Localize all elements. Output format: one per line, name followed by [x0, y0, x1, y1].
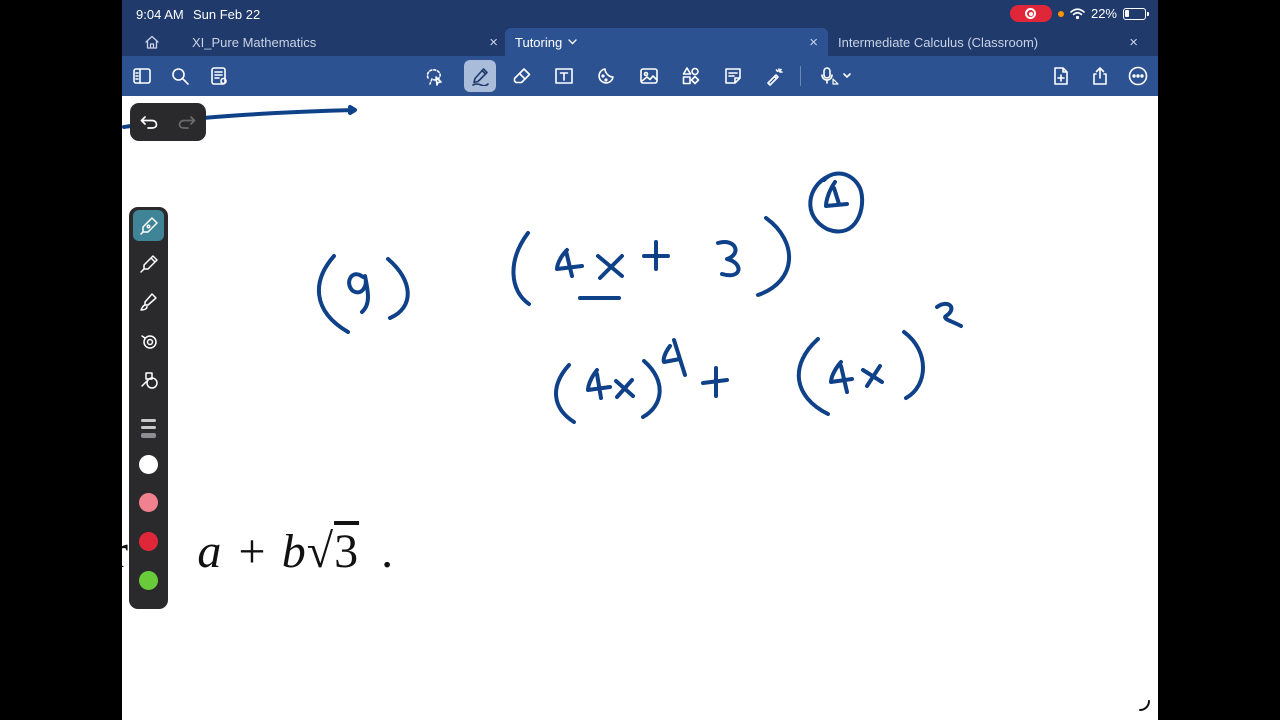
- brush-pen-icon[interactable]: [133, 286, 164, 317]
- voice-record-icon[interactable]: [816, 64, 856, 88]
- printed-period: .: [381, 525, 395, 578]
- color-swatch-red[interactable]: [139, 532, 158, 551]
- add-page-icon[interactable]: [1049, 64, 1073, 88]
- note-canvas[interactable]: rma + b√3.: [122, 96, 1158, 720]
- status-time: 9:04 AM: [136, 7, 184, 22]
- sqrt-symbol: √: [306, 525, 335, 578]
- close-icon[interactable]: ×: [489, 34, 498, 51]
- eraser-icon[interactable]: [510, 64, 534, 88]
- sqrt-radicand: 3: [334, 525, 360, 578]
- tab-intermediate-calculus[interactable]: Intermediate Calculus (Classroom) ×: [828, 28, 1156, 56]
- undo-redo-bar: [130, 103, 206, 141]
- ink-letter-x: [614, 378, 635, 399]
- thickness-thick[interactable]: [141, 433, 156, 438]
- color-swatch-green[interactable]: [139, 571, 158, 590]
- undo-icon[interactable]: [139, 112, 159, 132]
- more-icon[interactable]: [1126, 64, 1150, 88]
- ink-paren-close: [756, 216, 791, 297]
- mic-indicator-icon: [1057, 10, 1064, 17]
- ink-letter-x: [596, 254, 624, 280]
- page-view-icon[interactable]: [207, 64, 231, 88]
- tab-xi-pure-mathematics[interactable]: XI_Pure Mathematics ×: [182, 28, 504, 56]
- pen-icon[interactable]: [464, 60, 496, 92]
- close-icon[interactable]: ×: [809, 34, 818, 51]
- ink-plus: [642, 240, 670, 271]
- ink-digit-4: [586, 368, 612, 400]
- elements-icon[interactable]: [679, 64, 703, 88]
- home-icon[interactable]: [144, 34, 160, 50]
- shape-pen-icon[interactable]: [133, 364, 164, 395]
- ink-digit-3: [716, 240, 741, 278]
- handwritten-ink: [122, 105, 963, 424]
- tab-label: Tutoring: [515, 34, 563, 50]
- tab-label: XI_Pure Mathematics: [192, 34, 317, 50]
- ink-plus: [701, 366, 729, 398]
- shapes-sticker-icon[interactable]: [594, 64, 618, 88]
- ink-paren-close: [641, 359, 662, 419]
- ring-tool-icon[interactable]: [133, 325, 164, 356]
- search-icon[interactable]: [168, 64, 192, 88]
- sidebar-icon[interactable]: [130, 64, 154, 88]
- redo-icon[interactable]: [177, 112, 197, 132]
- status-bar: 9:04 AM Sun Feb 22 22%: [122, 0, 1158, 28]
- ink-digit-9: [347, 272, 370, 314]
- lasso-icon[interactable]: [422, 64, 446, 88]
- screen-recording-icon[interactable]: [1009, 5, 1052, 22]
- resize-corner-icon: [1139, 700, 1150, 711]
- image-icon[interactable]: [637, 64, 661, 88]
- ink-paren-open: [316, 254, 350, 334]
- ink-digit-4-superscript: [661, 338, 687, 377]
- thickness-thin[interactable]: [141, 419, 156, 422]
- toolbar-divider: [800, 66, 801, 86]
- ball-pen-icon[interactable]: [133, 248, 164, 279]
- status-date: Sun Feb 22: [193, 7, 261, 22]
- share-icon[interactable]: [1088, 64, 1112, 88]
- toolbar: [122, 56, 1158, 96]
- battery-percent: 22%: [1090, 6, 1117, 21]
- text-box-icon[interactable]: [552, 64, 576, 88]
- ink-paren-open: [796, 337, 830, 416]
- pen-palette: [129, 207, 168, 609]
- printed-expression: a + b: [197, 525, 307, 578]
- ink-digit-4: [824, 180, 849, 208]
- fountain-pen-icon[interactable]: [133, 210, 164, 241]
- wifi-icon: [1070, 7, 1085, 19]
- notes-app: 9:04 AM Sun Feb 22 22% XI_Pure Mathemati…: [122, 0, 1158, 720]
- ink-paren-open: [554, 363, 576, 424]
- ink-letter-x: [861, 364, 884, 388]
- ink-paren-close: [902, 330, 925, 400]
- ink-paren-open: [511, 231, 531, 306]
- thickness-medium[interactable]: [141, 426, 156, 429]
- ink-digit-4: [829, 360, 854, 394]
- ink-digit-4: [555, 248, 584, 278]
- color-swatch-pink[interactable]: [139, 493, 158, 512]
- tab-bar: XI_Pure Mathematics × Tutoring × Interme…: [122, 28, 1158, 56]
- tab-tutoring[interactable]: Tutoring ×: [505, 28, 828, 56]
- close-icon[interactable]: ×: [1129, 34, 1138, 51]
- ink-paren-close: [386, 257, 410, 320]
- sticky-note-icon[interactable]: [721, 64, 745, 88]
- battery-icon: [1123, 7, 1149, 20]
- chevron-down-icon[interactable]: [568, 37, 577, 48]
- ink-digit-2-superscript: [935, 301, 963, 328]
- laser-pointer-icon[interactable]: [763, 64, 787, 88]
- tab-label: Intermediate Calculus (Classroom): [838, 34, 1039, 50]
- color-swatch-white[interactable]: [139, 455, 158, 474]
